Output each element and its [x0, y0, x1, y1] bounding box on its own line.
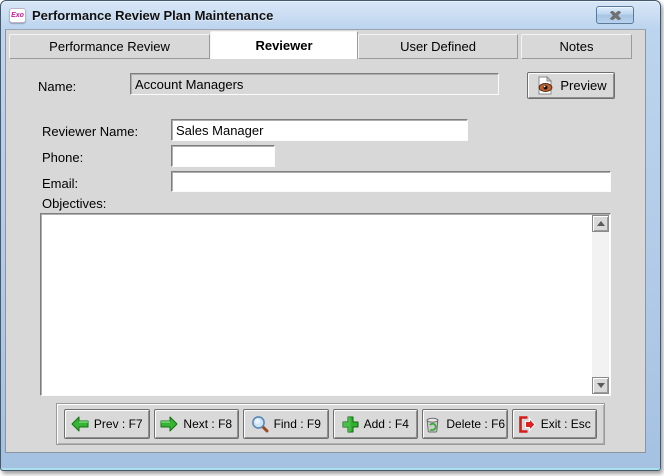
name-label: Name: — [38, 79, 76, 94]
arrow-right-icon — [160, 416, 178, 432]
exit-button-label: Exit : Esc — [541, 417, 591, 431]
tab-strip: Performance Review Reviewer User Defined… — [9, 31, 632, 59]
phone-field[interactable] — [171, 145, 275, 167]
close-icon — [610, 11, 621, 20]
tab-reviewer[interactable]: Reviewer — [210, 31, 358, 59]
email-field[interactable] — [171, 171, 611, 192]
delete-button-label: Delete : F6 — [446, 417, 505, 431]
scroll-down-button[interactable] — [592, 377, 609, 394]
find-button[interactable]: Find : F9 — [243, 409, 329, 439]
email-label: Email: — [42, 176, 78, 191]
tab-notes[interactable]: Notes — [521, 34, 632, 59]
delete-button[interactable]: Delete : F6 — [422, 409, 508, 439]
preview-button[interactable]: Preview — [527, 72, 615, 99]
add-button[interactable]: Add : F4 — [333, 409, 419, 439]
objectives-label: Objectives: — [42, 196, 106, 211]
arrow-left-icon — [71, 416, 89, 432]
app-window: Exo Performance Review Plan Maintenance … — [0, 0, 661, 471]
button-bar: Prev : F7 Next : F8 Find : F9 — [56, 403, 605, 445]
add-button-label: Add : F4 — [364, 417, 409, 431]
triangle-down-icon — [597, 383, 605, 388]
exit-button[interactable]: Exit : Esc — [512, 409, 598, 439]
recycle-bin-icon — [424, 416, 441, 433]
scroll-up-button[interactable] — [592, 215, 609, 232]
prev-button[interactable]: Prev : F7 — [64, 409, 150, 439]
exo-app-icon-text: Exo — [11, 12, 24, 19]
next-button-label: Next : F8 — [183, 417, 232, 431]
triangle-up-icon — [597, 221, 605, 226]
window-title: Performance Review Plan Maintenance — [32, 8, 273, 23]
magnifier-icon — [251, 415, 269, 433]
phone-label: Phone: — [42, 150, 83, 165]
preview-icon — [535, 76, 555, 95]
reviewer-name-label: Reviewer Name: — [42, 124, 138, 139]
preview-button-label: Preview — [560, 78, 606, 93]
exo-app-icon: Exo — [9, 8, 26, 23]
dialog-body: Performance Review Reviewer User Defined… — [5, 29, 646, 453]
reviewer-name-field[interactable] — [171, 119, 468, 141]
title-bar[interactable]: Exo Performance Review Plan Maintenance — [1, 1, 660, 29]
find-button-label: Find : F9 — [274, 417, 321, 431]
prev-button-label: Prev : F7 — [94, 417, 143, 431]
exit-door-icon — [518, 416, 536, 433]
objectives-textarea[interactable] — [40, 213, 611, 396]
tab-performance-review[interactable]: Performance Review — [9, 34, 210, 59]
vertical-scrollbar[interactable] — [592, 215, 609, 394]
next-button[interactable]: Next : F8 — [154, 409, 240, 439]
name-field — [130, 73, 499, 95]
tab-user-defined[interactable]: User Defined — [358, 34, 518, 59]
screen: Exo Performance Review Plan Maintenance … — [0, 0, 664, 476]
close-button[interactable] — [596, 6, 634, 24]
plus-icon — [342, 416, 359, 433]
